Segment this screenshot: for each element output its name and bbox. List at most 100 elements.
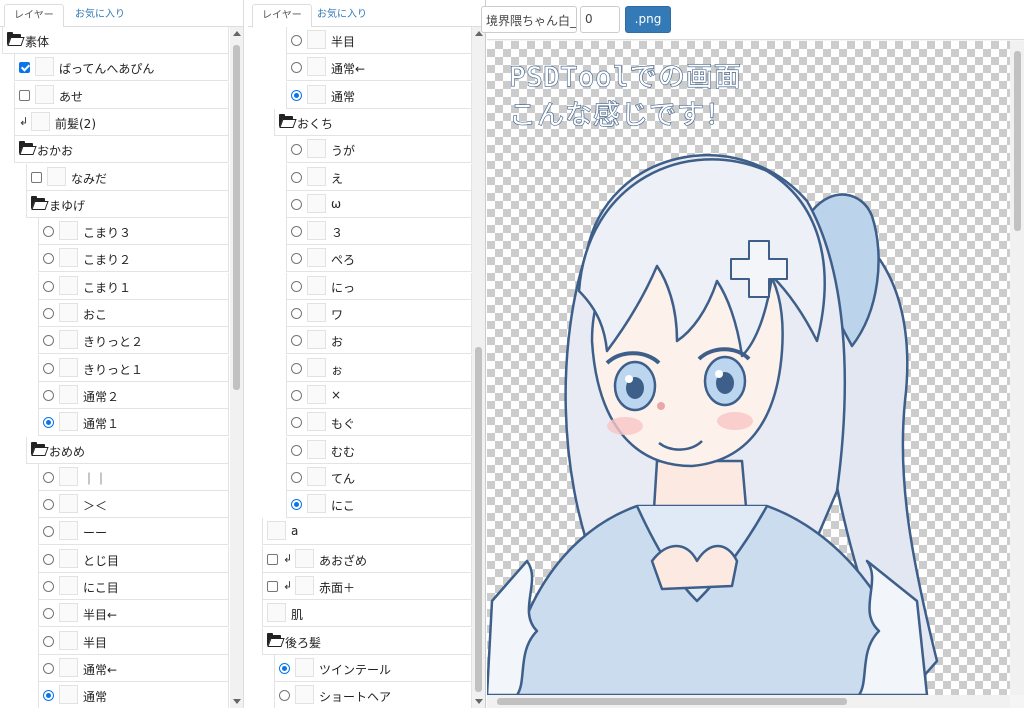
- scroll-down-arrow[interactable]: [475, 699, 483, 704]
- visibility-radio[interactable]: [291, 198, 302, 210]
- filename-input[interactable]: 境界隈ちゃん白_: [481, 6, 577, 33]
- visibility-radio[interactable]: [291, 444, 302, 456]
- layer-row[interactable]: きりっと１: [38, 354, 229, 382]
- visibility-radio[interactable]: [291, 499, 302, 511]
- visibility-radio[interactable]: [43, 662, 54, 674]
- layer-row[interactable]: 通常←: [38, 654, 229, 682]
- layer-row[interactable]: え: [286, 163, 472, 191]
- layer-row[interactable]: きりっと２: [38, 327, 229, 355]
- canvas-horizontal-scrollbar[interactable]: [487, 695, 1010, 708]
- visibility-radio[interactable]: [291, 280, 302, 292]
- folder-row[interactable]: おめめ: [26, 436, 229, 464]
- image-canvas[interactable]: PSDToolでの画面 こんな感じです！: [487, 41, 1010, 695]
- folder-open-icon[interactable]: [31, 195, 45, 209]
- layer-row[interactable]: ↲ 赤面＋: [262, 573, 472, 600]
- visibility-radio[interactable]: [43, 362, 54, 374]
- layer-row[interactable]: ーー: [38, 518, 229, 546]
- layer-row[interactable]: 半目: [286, 27, 472, 54]
- folder-row[interactable]: 素体: [2, 27, 229, 54]
- scrollbar-thumb[interactable]: [475, 347, 482, 692]
- layer-row[interactable]: 通常: [286, 81, 472, 109]
- visibility-radio[interactable]: [43, 335, 54, 347]
- visibility-radio[interactable]: [43, 690, 54, 702]
- layer-row[interactable]: なみだ: [26, 163, 229, 191]
- visibility-radio[interactable]: [43, 635, 54, 647]
- visibility-checkbox[interactable]: [267, 581, 278, 592]
- visibility-radio[interactable]: [43, 308, 54, 319]
- folder-open-icon[interactable]: [19, 141, 33, 155]
- visibility-radio[interactable]: [291, 35, 302, 46]
- visibility-radio[interactable]: [291, 308, 302, 319]
- folder-row[interactable]: おかお: [14, 136, 229, 164]
- layer-row[interactable]: ぺろ: [286, 245, 472, 273]
- visibility-radio[interactable]: [291, 335, 302, 347]
- layer-row[interactable]: 通常１: [38, 409, 229, 437]
- visibility-radio[interactable]: [291, 226, 302, 238]
- visibility-radio[interactable]: [43, 253, 54, 265]
- layer-row[interactable]: ↲ あおざめ: [262, 545, 472, 573]
- scroll-down-arrow[interactable]: [233, 699, 241, 704]
- layer-row[interactable]: むむ: [286, 436, 472, 464]
- visibility-radio[interactable]: [291, 253, 302, 265]
- visibility-radio[interactable]: [291, 417, 302, 429]
- layer-row[interactable]: ばってんへあぴん: [14, 54, 229, 82]
- layer-row[interactable]: にこ: [286, 491, 472, 519]
- scroll-up-arrow[interactable]: [233, 31, 241, 36]
- number-input[interactable]: 0: [580, 6, 620, 33]
- layer-row[interactable]: うが: [286, 136, 472, 164]
- folder-open-icon[interactable]: [267, 632, 281, 646]
- visibility-radio[interactable]: [43, 526, 54, 538]
- visibility-radio[interactable]: [43, 608, 54, 620]
- layer-row[interactable]: 肌: [262, 600, 472, 628]
- visibility-checkbox[interactable]: [19, 62, 30, 74]
- visibility-radio[interactable]: [291, 89, 302, 101]
- visibility-checkbox[interactable]: [19, 89, 30, 101]
- tab-favorites[interactable]: お気に入り: [308, 4, 376, 28]
- visibility-radio[interactable]: [43, 417, 54, 429]
- folder-open-icon[interactable]: [31, 441, 45, 455]
- layer-row[interactable]: ω: [286, 190, 472, 218]
- folder-row[interactable]: まゆげ: [26, 190, 229, 218]
- scrollbar-thumb[interactable]: [233, 45, 240, 390]
- folder-row[interactable]: おくち: [274, 108, 472, 136]
- layer-row[interactable]: ショートヘア: [274, 682, 472, 708]
- layer-row[interactable]: 半目←: [38, 600, 229, 628]
- scrollbar-thumb[interactable]: [1014, 51, 1021, 231]
- layer-row[interactable]: 半目: [38, 627, 229, 655]
- visibility-radio[interactable]: [43, 553, 54, 565]
- folder-open-icon[interactable]: [7, 32, 21, 45]
- canvas-vertical-scrollbar[interactable]: [1010, 41, 1024, 695]
- visibility-radio[interactable]: [291, 389, 302, 401]
- layer-row[interactable]: こまり１: [38, 272, 229, 300]
- layer-row[interactable]: お: [286, 327, 472, 355]
- scrollbar-thumb[interactable]: [497, 698, 847, 705]
- layer-row[interactable]: ツインテール: [274, 654, 472, 682]
- layer-row[interactable]: ｜｜: [38, 463, 229, 491]
- layer-row[interactable]: こまり３: [38, 218, 229, 246]
- visibility-radio[interactable]: [43, 226, 54, 238]
- layer-row[interactable]: にこ目: [38, 573, 229, 600]
- layer-row[interactable]: ＞＜: [38, 491, 229, 519]
- visibility-radio[interactable]: [43, 389, 54, 401]
- folder-row[interactable]: 後ろ髪: [262, 627, 472, 655]
- layer-row[interactable]: 通常２: [38, 381, 229, 409]
- visibility-checkbox[interactable]: [267, 553, 278, 565]
- visibility-radio[interactable]: [43, 581, 54, 592]
- layer-row[interactable]: こまり２: [38, 245, 229, 273]
- visibility-radio[interactable]: [291, 171, 302, 183]
- layer-row[interactable]: ワ: [286, 300, 472, 327]
- export-png-button[interactable]: .png: [625, 6, 671, 33]
- visibility-radio[interactable]: [279, 690, 290, 702]
- visibility-radio[interactable]: [291, 62, 302, 74]
- layer-row[interactable]: もぐ: [286, 409, 472, 437]
- folder-open-icon[interactable]: [279, 113, 293, 127]
- layer-row[interactable]: おこ: [38, 300, 229, 327]
- layer-row[interactable]: にっ: [286, 272, 472, 300]
- visibility-radio[interactable]: [279, 662, 290, 674]
- visibility-radio[interactable]: [291, 144, 302, 156]
- visibility-radio[interactable]: [43, 471, 54, 483]
- layer-row[interactable]: ぉ: [286, 354, 472, 382]
- visibility-checkbox[interactable]: [31, 171, 42, 183]
- scrollbar[interactable]: [472, 27, 485, 708]
- scrollbar[interactable]: [230, 27, 243, 708]
